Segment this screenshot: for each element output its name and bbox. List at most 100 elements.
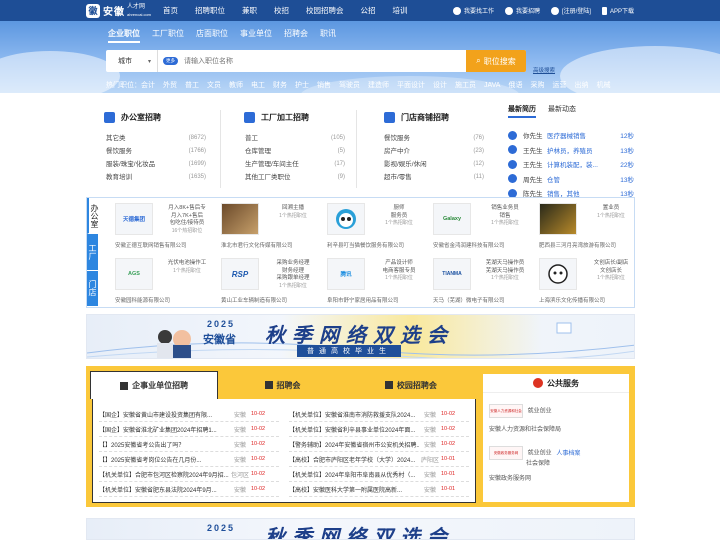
more-badge[interactable]: 更多	[163, 57, 178, 65]
hot-job-link[interactable]: 机械	[596, 82, 610, 89]
company-card[interactable]: 置业员 1个热招职位 肥西县三河月亮湾旅游有限公司	[539, 201, 642, 251]
nav-campus[interactable]: 校招	[274, 5, 289, 16]
hot-job-link[interactable]: 财务	[273, 82, 287, 89]
hot-job-link[interactable]: 驾驶员	[339, 82, 360, 89]
site-logo[interactable]: 徽 安徽 人才网 ahrencai.com	[86, 3, 151, 18]
hot-job-link[interactable]: 施工员	[455, 82, 476, 89]
hot-job-link[interactable]: 电工	[251, 82, 265, 89]
tab-latest-news[interactable]: 最新动态	[548, 104, 576, 118]
job-row[interactable]: 【国企】安徽省淮北矿业集团2024年招聘1... 安徽 10-02	[99, 423, 289, 435]
company-name: 黄山工业车辆制造有限公司	[221, 298, 288, 304]
nav-jobs[interactable]: 招聘职位	[195, 5, 225, 16]
company-card[interactable]: 文创店长/副店 文创店长 1个热招职位 上海滨乐文化传播有限公司	[539, 256, 642, 306]
job-row[interactable]: 【机关单位】安徽省肥东县法院2024年9月... 安徽 10-02	[99, 483, 289, 495]
tab-store[interactable]: 门店	[87, 270, 98, 307]
category-title[interactable]: 工厂加工招聘	[261, 112, 309, 123]
tab-factory-jobs[interactable]: 工厂职位	[152, 28, 184, 43]
advanced-search-link[interactable]: 高级搜索	[533, 66, 555, 74]
category-item[interactable]: 影视/娱乐/休闲 (12)	[384, 158, 484, 171]
tab-news[interactable]: 职讯	[320, 28, 336, 43]
hot-job-link[interactable]: 护士	[295, 82, 309, 89]
app-download-link[interactable]: APP下载	[601, 6, 634, 15]
public-service-item[interactable]: 安徽政务服务网 就业创业 人事档案 社会保障 安徽政务服务网	[489, 446, 580, 482]
category-item[interactable]: 其它类 (8672)	[106, 132, 206, 145]
hot-job-link[interactable]: 运营	[552, 82, 566, 89]
tab-office[interactable]: 办公室	[87, 198, 100, 235]
hot-job-link[interactable]: 普工	[185, 82, 199, 89]
job-row[interactable]: 【机关单位】安徽省淮南市消防救援支队2024... 安徽 10-02	[289, 408, 479, 420]
job-row[interactable]: 【机关单位】2024年阜阳市阜南县从优秀村（... 安徽 10-01	[289, 468, 479, 480]
category-item[interactable]: 教育培训 (1635)	[106, 171, 206, 184]
hot-job-link[interactable]: 建造师	[368, 82, 389, 89]
public-service-item[interactable]: 安徽人力资源和社会保障厅 就业创业 安徽人力资源和社会保障局	[489, 404, 561, 433]
search-button[interactable]: ⌕ 职位搜索	[466, 50, 526, 72]
category-title[interactable]: 办公室招聘	[121, 112, 161, 123]
category-item[interactable]: 房产中介 (23)	[384, 145, 484, 158]
hot-job-link[interactable]: 会计	[141, 82, 155, 89]
category-item[interactable]: 超市/零售 (11)	[384, 171, 484, 184]
tab-latest-resumes[interactable]: 最新简历	[508, 104, 536, 118]
tab-job-fair[interactable]: 招聘会	[218, 371, 346, 399]
category-item[interactable]: 服装/珠宝/化妆品 (1699)	[106, 158, 206, 171]
tab-job-fair[interactable]: 招聘会	[284, 28, 308, 43]
company-card[interactable]: 天德集团 月入8K+售后专 月入7K+售后 包吃住/接待员 16个热招职位 安徽正德互…	[115, 201, 218, 251]
hot-job-link[interactable]: 教师	[229, 82, 243, 89]
tab-company-jobs[interactable]: 企业职位	[108, 28, 140, 43]
job-row[interactable]: 【】2025安徽省考岗位公告在几月份... 安徽 10-02	[99, 453, 289, 465]
category-item[interactable]: 生产管理/车间主任 (17)	[245, 158, 345, 171]
company-card[interactable]: Galaxy 销售业务员 销售 1个热招职位 安徽省金鸿润建科技有限公司	[433, 201, 536, 251]
hot-job-link[interactable]: JAVA	[484, 82, 500, 89]
tab-public-institution[interactable]: 事业单位	[240, 28, 272, 43]
category-item[interactable]: 其他工厂类职位 (9)	[245, 171, 345, 184]
job-fair-banner[interactable]: 2025 安徽省 秋季网络双选会 普通高校毕业生	[86, 314, 635, 359]
nav-home[interactable]: 首页	[163, 5, 178, 16]
login-link[interactable]: [注册/登陆]	[550, 6, 591, 15]
category-item[interactable]: 餐饮服务 (76)	[384, 132, 484, 145]
nav-public-recruit[interactable]: 公招	[361, 5, 376, 16]
company-card[interactable]: RSP 采购业务经理 财务经理 采购跟单经理 1个热招职位 黄山工业车辆制造有限公司	[221, 256, 324, 306]
job-row[interactable]: 【机关单位】合肥市包河区检察院2024年9月招... 包河区 10-02	[99, 468, 289, 480]
company-card[interactable]: 回溯主播 1个热招职位 淮北市君行文化传媒有限公司	[221, 201, 324, 251]
company-card[interactable]: AGS 光伏电池操作工 1个热招职位 安徽园科能源有限公司	[115, 256, 218, 306]
resume-row[interactable]: 你先生 医疗器械销售 12秒	[508, 128, 634, 143]
job-row[interactable]: 【】2025安徽省考公告出了吗？ 安徽 10-02	[99, 438, 289, 450]
find-job-link[interactable]: 我要找工作	[452, 6, 494, 15]
resume-row[interactable]: 王先生 护林员，养殖员 13秒	[508, 143, 634, 158]
hot-job-link[interactable]: 销售	[317, 82, 331, 89]
city-select[interactable]: 城市 ▾	[106, 50, 158, 72]
search-input[interactable]	[178, 51, 466, 71]
hot-job-link[interactable]: 外贸	[163, 82, 177, 89]
hot-job-link[interactable]: 俄语	[508, 82, 522, 89]
recruit-link[interactable]: 我要招聘	[504, 6, 540, 15]
company-card[interactable]: 厨师 服务员 1个热招职位 利辛县叮当猫餐饮服务有限公司	[327, 201, 430, 251]
hot-job-link[interactable]: 采购	[530, 82, 544, 89]
hot-job-link[interactable]: 文员	[207, 82, 221, 89]
nav-training[interactable]: 培训	[393, 5, 408, 16]
job-row[interactable]: 【警务辅助】2024年安徽省宿州市公安机关招聘... 安徽 10-02	[289, 438, 479, 450]
hot-job-link[interactable]: 设计	[433, 82, 447, 89]
search-tabs: 企业职位 工厂职位 店面职位 事业单位 招聘会 职讯	[108, 28, 348, 43]
company-card[interactable]: TIANMA 芜湖天马操作员 芜湖天马操作员 1个热招职位 天马（芜湖）微电子有限公…	[433, 256, 536, 306]
company-card[interactable]: 腾讯 产品设计师 电商客服专员 1个热招职位 阜阳市舒宁家居用品有限公司	[327, 256, 430, 306]
category-item[interactable]: 餐饮服务 (1766)	[106, 145, 206, 158]
resume-row[interactable]: 王先生 计算机装配，装... 22秒	[508, 157, 634, 172]
tab-enterprise-recruit[interactable]: 企事业单位招聘	[90, 371, 219, 399]
tab-factory[interactable]: 工厂	[87, 234, 98, 271]
job-fair-banner-bottom[interactable]: 2025 秋季网络双选会	[86, 518, 635, 540]
job-row[interactable]: 【国企】安徽省黄山市建设投资集团有限... 安徽 10-02	[99, 408, 289, 420]
tab-campus-fair[interactable]: 校园招聘会	[347, 371, 475, 399]
job-row[interactable]: 【高校】安徽医科大学第一附属医院高新... 安徽 10-01	[289, 483, 479, 495]
nav-parttime[interactable]: 兼职	[242, 5, 257, 16]
hot-job-link[interactable]: 出纳	[574, 82, 588, 89]
tab-store-jobs[interactable]: 店面职位	[196, 28, 228, 43]
archive-link[interactable]: 人事档案	[556, 451, 580, 457]
hot-job-link[interactable]: 平面设计	[397, 82, 425, 89]
category-item[interactable]: 普工 (105)	[245, 132, 345, 145]
category-title[interactable]: 门店商铺招聘	[401, 112, 449, 123]
category-item[interactable]: 仓库管理 (5)	[245, 145, 345, 158]
job-row[interactable]: 【机关单位】安徽省利辛县事业单位2024年面... 安徽 10-02	[289, 423, 479, 435]
resume-row[interactable]: 周先生 仓管 13秒	[508, 172, 634, 187]
nav-campus-fair[interactable]: 校园招聘会	[306, 5, 344, 16]
hot-label: 热门职位：	[106, 82, 141, 89]
job-row[interactable]: 【高校】合肥市庐阳区老年学校（大学）2024... 庐阳区 10-01	[289, 453, 479, 465]
